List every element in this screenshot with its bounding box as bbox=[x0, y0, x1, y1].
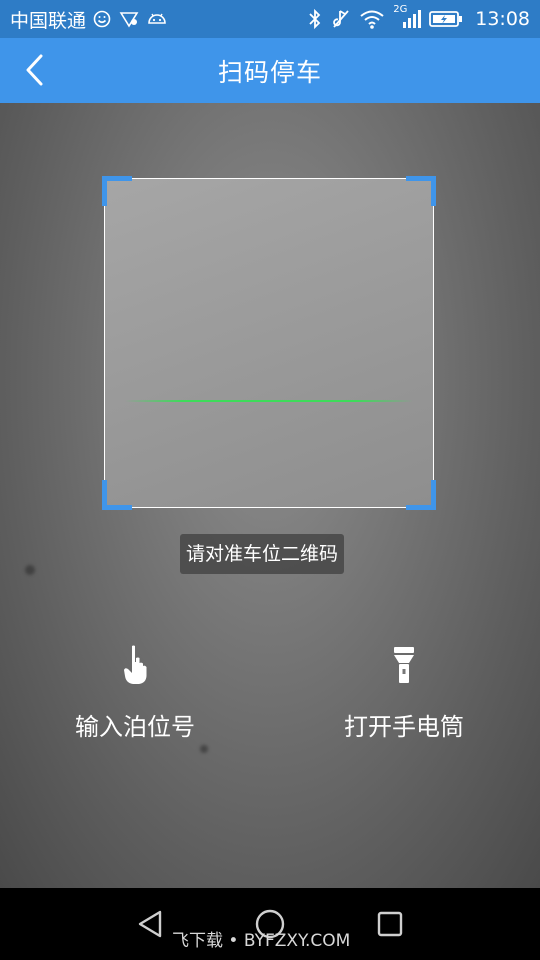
scan-frame-corner bbox=[406, 176, 436, 206]
scan-frame bbox=[102, 176, 436, 510]
wifi-icon bbox=[359, 8, 385, 30]
battery-icon bbox=[429, 9, 463, 29]
scan-line bbox=[125, 400, 413, 402]
signal-icon: 2G bbox=[393, 4, 422, 30]
carrier-name: 中国联通 bbox=[10, 9, 87, 32]
recents-square-icon bbox=[376, 910, 404, 938]
notification-icon bbox=[118, 9, 140, 29]
smiley-icon bbox=[92, 9, 112, 29]
camera-speck bbox=[200, 745, 208, 753]
open-flashlight-button[interactable]: 打开手电筒 bbox=[294, 643, 514, 742]
title-bar: 扫码停车 bbox=[0, 38, 540, 103]
nav-back-button[interactable] bbox=[130, 906, 170, 942]
scan-hint: 请对准车位二维码 bbox=[180, 534, 345, 574]
hand-pointer-icon bbox=[120, 643, 150, 687]
status-bar: 中国联通 2G 13:08 bbox=[0, 0, 540, 38]
back-button[interactable] bbox=[12, 46, 58, 94]
status-right: 2G 13:08 bbox=[307, 4, 530, 30]
nav-recents-button[interactable] bbox=[370, 906, 410, 942]
android-icon bbox=[146, 9, 168, 29]
clock: 13:08 bbox=[475, 8, 530, 30]
back-triangle-icon bbox=[136, 909, 164, 939]
navigation-bar: 飞下载 • BYFZXY.COM bbox=[0, 888, 540, 960]
camera-viewfinder: 请对准车位二维码 输入泊位号 打开手电筒 bbox=[0, 103, 540, 888]
scan-frame-corner bbox=[406, 480, 436, 510]
network-type: 2G bbox=[393, 4, 408, 15]
mute-icon bbox=[331, 8, 351, 30]
input-berth-number-label: 输入泊位号 bbox=[75, 713, 195, 741]
status-left: 中国联通 bbox=[10, 6, 168, 33]
flashlight-icon bbox=[392, 643, 416, 687]
camera-speck bbox=[25, 565, 35, 575]
open-flashlight-label: 打开手电筒 bbox=[344, 713, 464, 741]
input-berth-number-button[interactable]: 输入泊位号 bbox=[25, 643, 245, 742]
scan-frame-corner bbox=[102, 480, 132, 510]
scan-frame-corner bbox=[102, 176, 132, 206]
page-title: 扫码停车 bbox=[217, 57, 322, 87]
bluetooth-icon bbox=[307, 8, 323, 30]
watermark: 飞下载 • BYFZXY.COM bbox=[172, 931, 351, 951]
chevron-left-icon bbox=[24, 53, 46, 87]
